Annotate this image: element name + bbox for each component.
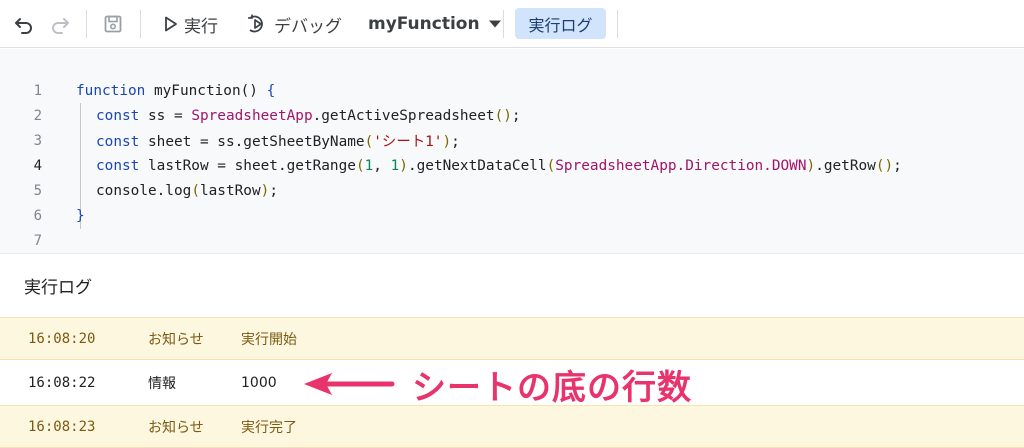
line-number: 5 (33, 182, 42, 199)
code-line: 6 } (0, 203, 1024, 228)
log-row: 16:08:20 お知らせ 実行開始 (0, 317, 1024, 360)
annotation-label: シートの底の行数 (412, 368, 692, 408)
annotation-arrow-icon (304, 373, 395, 395)
toolbar: 実行 デバッグ myFunction 実行ログ (0, 0, 1024, 48)
line-number: 3 (33, 132, 42, 149)
code-line: 5 console.log(lastRow); (0, 178, 1024, 203)
log-message: 実行完了 (241, 419, 297, 436)
code-line: 7 (0, 228, 1024, 253)
function-select[interactable]: myFunction (368, 9, 502, 39)
toolbar-divider (503, 10, 504, 38)
log-message: 1000 (241, 374, 277, 391)
line-number: 1 (33, 82, 42, 99)
code-line: 2 const ss = SpreadsheetApp.getActiveSpr… (0, 103, 1024, 128)
code-text: const ss = SpreadsheetApp.getActiveSprea… (96, 107, 521, 124)
log-level: お知らせ (148, 419, 204, 436)
line-number: 7 (33, 232, 42, 249)
run-label: 実行 (184, 16, 218, 37)
execution-log-button[interactable]: 実行ログ (515, 8, 606, 39)
log-time: 16:08:22 (28, 374, 96, 391)
run-button[interactable]: 実行 (164, 9, 218, 39)
debug-label: デバッグ (274, 16, 342, 37)
toolbar-divider (617, 10, 618, 38)
execution-log-title: 実行ログ (24, 278, 92, 298)
code-line-active: 4 const lastRow = sheet.getRange(1, 1).g… (0, 153, 1024, 178)
code-text: const lastRow = sheet.getRange(1, 1).get… (96, 157, 902, 174)
line-number: 4 (33, 157, 42, 174)
log-level: お知らせ (148, 331, 204, 348)
code-line: 3 const sheet = ss.getSheetByName('シート1'… (0, 128, 1024, 153)
code-text: console.log(lastRow); (96, 182, 278, 199)
code-line: 1 function myFunction() { (0, 78, 1024, 103)
function-select-value: myFunction (368, 14, 480, 34)
log-time: 16:08:20 (28, 330, 96, 347)
code-text: const sheet = ss.getSheetByName('シート1'); (96, 134, 460, 150)
play-icon (165, 16, 177, 32)
code-text: } (76, 207, 85, 224)
toolbar-divider (86, 10, 87, 38)
log-level: 情報 (148, 375, 176, 392)
chevron-down-icon (488, 20, 501, 28)
debug-button[interactable]: デバッグ (246, 9, 342, 39)
redo-icon[interactable] (46, 10, 74, 38)
undo-icon[interactable] (10, 10, 38, 38)
log-row: 16:08:23 お知らせ 実行完了 (0, 405, 1024, 448)
log-time: 16:08:23 (28, 418, 96, 435)
line-number: 6 (33, 207, 42, 224)
code-text: function myFunction() { (76, 82, 276, 99)
save-icon[interactable] (99, 10, 127, 38)
toolbar-divider (140, 10, 141, 38)
line-number: 2 (33, 107, 42, 124)
code-editor[interactable]: 1 function myFunction() { 2 const ss = S… (0, 49, 1024, 254)
log-message: 実行開始 (241, 331, 297, 348)
debug-icon (248, 14, 263, 33)
